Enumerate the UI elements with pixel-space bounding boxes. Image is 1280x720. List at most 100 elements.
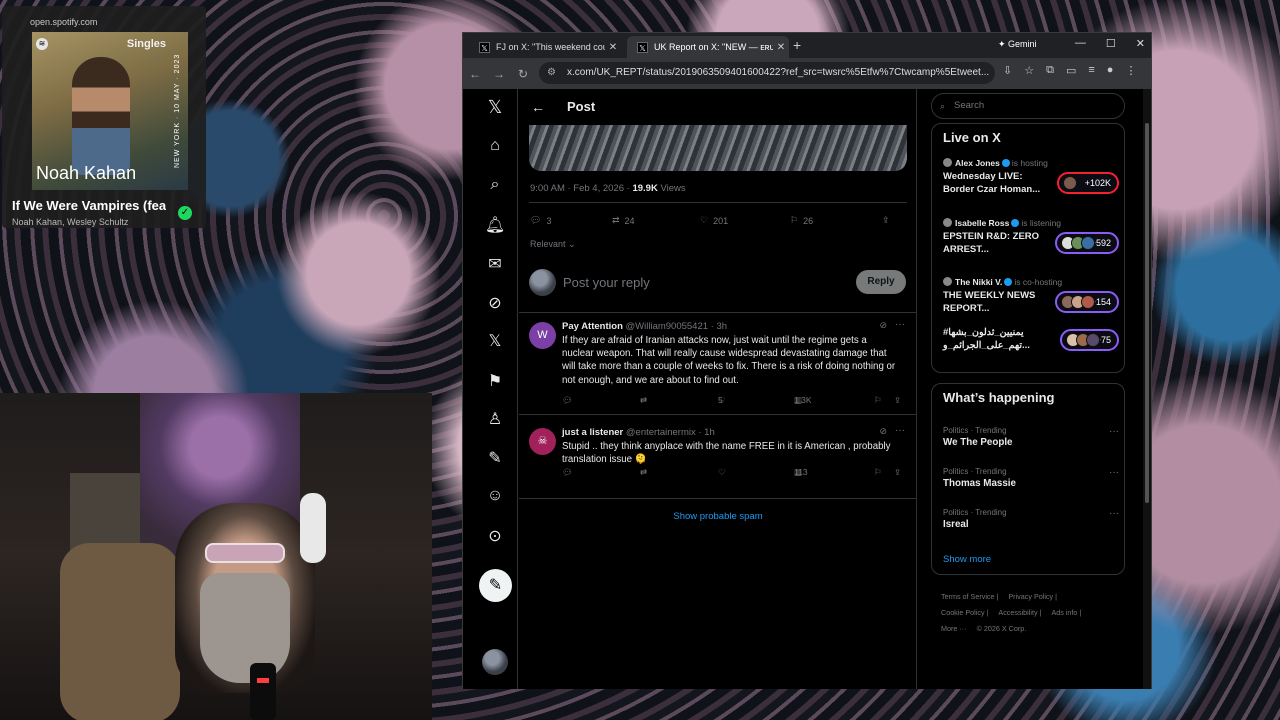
more-options-icon[interactable]: ··· bbox=[895, 425, 905, 436]
jobs-icon[interactable]: ♙ bbox=[480, 409, 510, 433]
close-icon[interactable]: ✕ bbox=[773, 42, 789, 53]
bookmark-icon[interactable]: ⚐ bbox=[874, 395, 882, 406]
lists-icon[interactable]: ✎ bbox=[480, 448, 510, 472]
grok-explain-icon[interactable]: ⊘ bbox=[879, 320, 887, 331]
menu-icon[interactable]: ⋮ bbox=[1125, 64, 1136, 77]
share-icon[interactable]: ⇪ bbox=[894, 395, 901, 406]
reply-button[interactable]: Reply bbox=[856, 270, 906, 294]
live-space-item[interactable]: #يمنيين_ثدلون_بشها تهم_على_الجرائم_و... … bbox=[943, 327, 1119, 367]
share-icon[interactable]: ⇪ bbox=[882, 215, 890, 226]
listener-count-pill[interactable]: +154 bbox=[1054, 291, 1119, 313]
grok-icon[interactable]: ⊘ bbox=[480, 293, 510, 317]
site-info-icon[interactable]: ⚙ bbox=[547, 62, 556, 84]
close-window-icon[interactable]: ✕ bbox=[1136, 37, 1145, 50]
trend-item[interactable]: Politics · Trending Thomas Massie ··· bbox=[943, 467, 1119, 489]
saved-check-icon[interactable]: ✓ bbox=[178, 206, 192, 220]
reply-item[interactable]: ☠ just a listener @entertainermix · 1h ⊘… bbox=[519, 420, 917, 500]
profile-icon[interactable]: ☺ bbox=[480, 487, 510, 511]
footer-terms-link[interactable]: Terms of Service | bbox=[941, 592, 998, 601]
install-icon[interactable]: ⇩ bbox=[1003, 64, 1012, 77]
spotify-miniplayer[interactable]: open.spotify.com ≋ Singles NEW YORK · 10… bbox=[2, 6, 206, 228]
reply-item[interactable]: W Pay Attention @William90055421 · 3h ⊘ … bbox=[519, 314, 917, 416]
live-space-item[interactable]: Alex Jones is hosting Wednesday LIVE: Bor… bbox=[943, 158, 1119, 206]
live-space-item[interactable]: Isabelle Ross is listening EPSTEIN R&D: Z… bbox=[943, 218, 1119, 266]
heart-icon: ♡ bbox=[718, 467, 726, 477]
reply-stat[interactable]: 💬︎ 3 bbox=[530, 215, 551, 226]
bookmark-stat[interactable]: ⚐ 26 bbox=[790, 215, 813, 226]
track-title[interactable]: If We Were Vampires (feat. bbox=[12, 198, 166, 213]
reply-author-avatar[interactable]: W bbox=[529, 322, 556, 349]
split-view-icon[interactable]: ▭ bbox=[1066, 64, 1076, 77]
repost-stat[interactable]: ⇄ 24 bbox=[612, 215, 635, 226]
listener-avatars bbox=[1060, 236, 1095, 250]
tab-fj[interactable]: 𝕏 FJ on X: "This weekend could pro ✕ bbox=[469, 36, 621, 58]
footer-more-link[interactable]: More ··· bbox=[941, 624, 967, 633]
footer-privacy-link[interactable]: Privacy Policy | bbox=[1008, 592, 1057, 601]
listener-count-pill[interactable]: +592 bbox=[1054, 232, 1119, 254]
share-icon[interactable]: ⇪ bbox=[894, 467, 901, 478]
account-avatar[interactable] bbox=[482, 649, 508, 675]
page-scrollbar[interactable] bbox=[1143, 89, 1151, 689]
forward-arrow-icon[interactable]: → bbox=[487, 67, 511, 81]
minimize-icon[interactable]: — bbox=[1075, 37, 1086, 50]
tab-uk-report[interactable]: 𝕏 UK Report on X: "NEW — ᴇʀᴜs ᴛ ✕ bbox=[627, 36, 789, 58]
host-status: is listening bbox=[1021, 218, 1062, 228]
back-arrow-icon[interactable]: ← bbox=[531, 99, 545, 115]
repost-icon[interactable]: ⇄ bbox=[640, 467, 647, 478]
reply-icon[interactable]: 💬︎ bbox=[562, 395, 573, 406]
more-options-icon[interactable]: ··· bbox=[895, 319, 905, 330]
post-timestamp[interactable]: 9:00 AM · Feb 4, 2026 · bbox=[530, 183, 632, 194]
search-input[interactable]: ⌕ Search bbox=[931, 93, 1125, 119]
more-options-icon[interactable]: ··· bbox=[1109, 426, 1119, 437]
more-options-icon[interactable]: ··· bbox=[1109, 467, 1119, 478]
compose-post-icon[interactable]: ✎ bbox=[479, 569, 512, 602]
reply-author[interactable]: just a listener @entertainermix · 1h bbox=[562, 427, 715, 438]
new-tab-plus-icon[interactable]: + bbox=[793, 37, 801, 53]
footer-copyright: © 2026 X Corp. bbox=[976, 624, 1027, 633]
footer-cookie-link[interactable]: Cookie Policy | bbox=[941, 608, 988, 617]
premium-x-icon[interactable]: 𝕏 bbox=[480, 331, 510, 355]
more-circle-icon[interactable]: ⊙ bbox=[480, 526, 510, 550]
sort-dropdown[interactable]: Relevant ⌄ bbox=[530, 239, 576, 250]
close-icon[interactable]: ✕ bbox=[605, 42, 621, 53]
extensions-icon[interactable]: ⧉ bbox=[1046, 64, 1054, 77]
reading-list-icon[interactable]: ≡ bbox=[1088, 64, 1094, 77]
bookmarks-icon[interactable]: ⚑ bbox=[480, 371, 510, 395]
address-bar[interactable]: ⚙ x.com/UK_REPT/status/20190635094016004… bbox=[539, 62, 995, 84]
messages-mail-icon[interactable]: ✉ bbox=[480, 254, 510, 278]
track-artists[interactable]: Noah Kahan, Wesley Schultz bbox=[12, 217, 128, 227]
show-more-link[interactable]: Show more bbox=[943, 554, 991, 565]
trend-item[interactable]: Politics · Trending We The People ··· bbox=[943, 426, 1119, 448]
author-name[interactable]: just a listener bbox=[562, 427, 623, 438]
scrollbar-thumb[interactable] bbox=[1145, 123, 1149, 503]
live-space-item[interactable]: The Nikki V. is co-hosting THE WEEKLY NEW… bbox=[943, 277, 1119, 325]
reply-author-avatar[interactable]: ☠ bbox=[529, 428, 556, 455]
x-logo-icon[interactable]: 𝕏 bbox=[480, 97, 510, 121]
post-image[interactable] bbox=[529, 125, 907, 171]
trend-item[interactable]: Politics · Trending Isreal ··· bbox=[943, 508, 1119, 530]
grok-explain-icon[interactable]: ⊘ bbox=[879, 426, 887, 437]
profile-avatar-icon[interactable]: ● bbox=[1107, 64, 1114, 77]
notifications-bell-icon[interactable]: 🔔︎ bbox=[480, 215, 510, 239]
home-icon[interactable]: ⌂ bbox=[480, 137, 510, 161]
bookmark-icon[interactable]: ⚐ bbox=[874, 467, 882, 478]
bookmark-star-icon[interactable]: ☆ bbox=[1024, 64, 1034, 77]
show-probable-spam-link[interactable]: Show probable spam bbox=[519, 511, 917, 522]
listener-count-pill[interactable]: +75 bbox=[1059, 329, 1119, 351]
reply-icon[interactable]: 💬︎ bbox=[562, 467, 573, 478]
reply-author[interactable]: Pay Attention @William90055421 · 3h bbox=[562, 321, 727, 332]
author-name[interactable]: Pay Attention bbox=[562, 321, 623, 332]
reload-icon[interactable]: ↻ bbox=[511, 67, 535, 81]
back-arrow-icon[interactable]: ← bbox=[463, 67, 487, 81]
maximize-icon[interactable]: ☐ bbox=[1106, 37, 1116, 50]
repost-icon[interactable]: ⇄ bbox=[640, 395, 647, 406]
explore-search-icon[interactable]: ⌕ bbox=[480, 176, 510, 200]
like-stat[interactable]: ♡ 201 bbox=[700, 215, 728, 226]
footer-ads-link[interactable]: Ads info | bbox=[1051, 608, 1081, 617]
reply-input[interactable]: Post your reply bbox=[563, 275, 650, 290]
listener-count-pill[interactable]: +102K bbox=[1056, 172, 1119, 194]
footer-accessibility-link[interactable]: Accessibility | bbox=[998, 608, 1041, 617]
more-options-icon[interactable]: ··· bbox=[1109, 508, 1119, 519]
gemini-button[interactable]: ✦ Gemini bbox=[998, 39, 1037, 50]
browser-window[interactable]: 𝕏 FJ on X: "This weekend could pro ✕ 𝕏 U… bbox=[462, 32, 1152, 689]
